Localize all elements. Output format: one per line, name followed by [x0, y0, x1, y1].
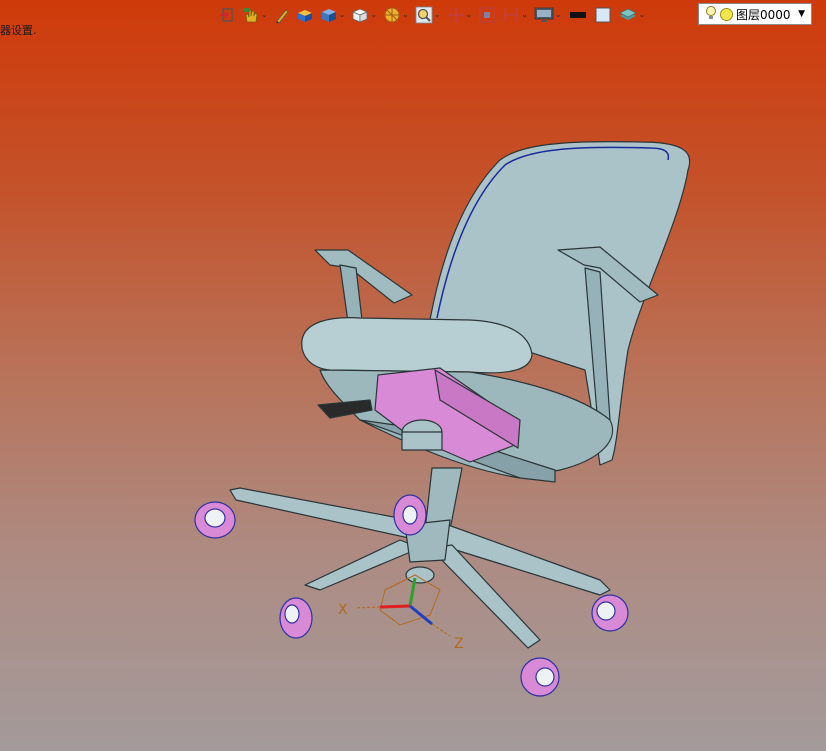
- axis-triad: X Z: [338, 574, 464, 652]
- z-axis-dashed: [431, 623, 451, 637]
- x-axis-line: [379, 604, 411, 609]
- caster-front: [520, 657, 560, 697]
- base-leg-left: [229, 487, 421, 541]
- z-axis-label: Z: [454, 636, 464, 652]
- chair-seat: [301, 317, 533, 374]
- x-axis-dashed: [354, 606, 381, 609]
- chair-model: [194, 140, 691, 697]
- caster-right: [591, 594, 629, 632]
- caster-front-left: [279, 597, 313, 639]
- cylinder-top: [401, 431, 443, 451]
- caster-left: [194, 501, 236, 539]
- base-leg-front-left: [304, 539, 421, 591]
- base-hub-bottom: [405, 566, 435, 584]
- x-axis-label: X: [338, 602, 348, 618]
- caster-back: [393, 494, 427, 536]
- left-armrest: [314, 249, 413, 304]
- 3d-viewport[interactable]: X Z: [0, 0, 826, 751]
